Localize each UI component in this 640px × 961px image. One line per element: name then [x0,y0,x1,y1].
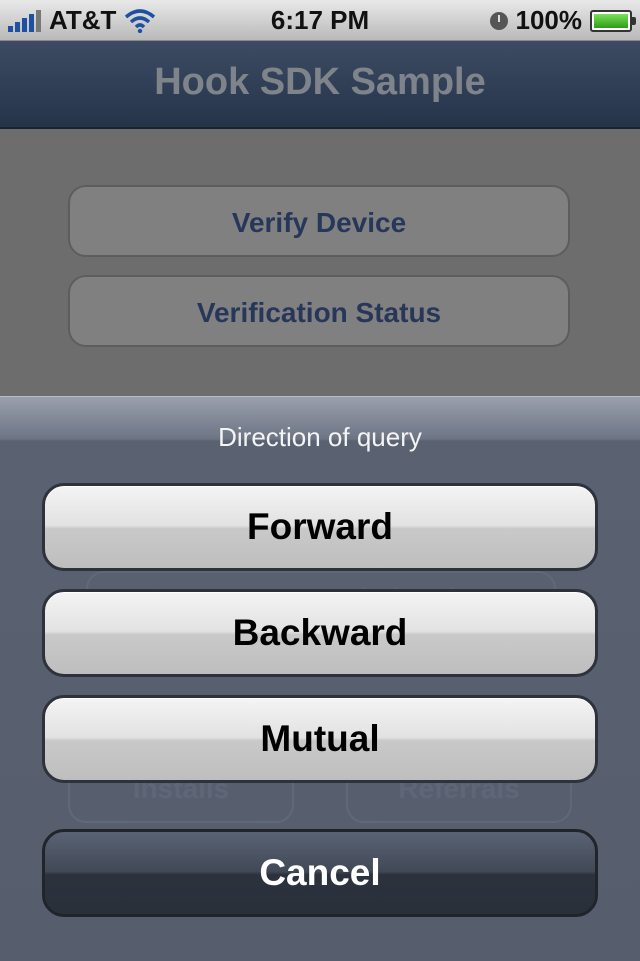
battery-icon [590,9,636,32]
action-sheet-title: Direction of query [218,422,422,452]
verify-device-button[interactable]: Verify Device [68,185,570,257]
forward-button[interactable]: Forward [42,483,598,571]
signal-bars-icon [8,9,41,32]
cancel-button[interactable]: Cancel [42,829,598,917]
clock-icon [489,11,508,30]
battery-percent: 100% [515,5,583,35]
battery-fill [594,13,628,28]
status-left: AT&T [8,5,156,36]
verification-status-button[interactable]: Verification Status [68,275,570,347]
action-sheet: Direction of query Get Recommended Invit… [0,396,640,961]
wifi-icon [125,8,156,33]
status-bar: AT&T 6:17 PM 100% [0,0,640,41]
mutual-button[interactable]: Mutual [42,695,598,783]
carrier-label: AT&T [49,5,117,35]
navigation-bar: Hook SDK Sample [0,41,640,129]
page-title: Hook SDK Sample [154,61,486,103]
status-right: 100% [489,5,636,36]
backward-button[interactable]: Backward [42,589,598,677]
